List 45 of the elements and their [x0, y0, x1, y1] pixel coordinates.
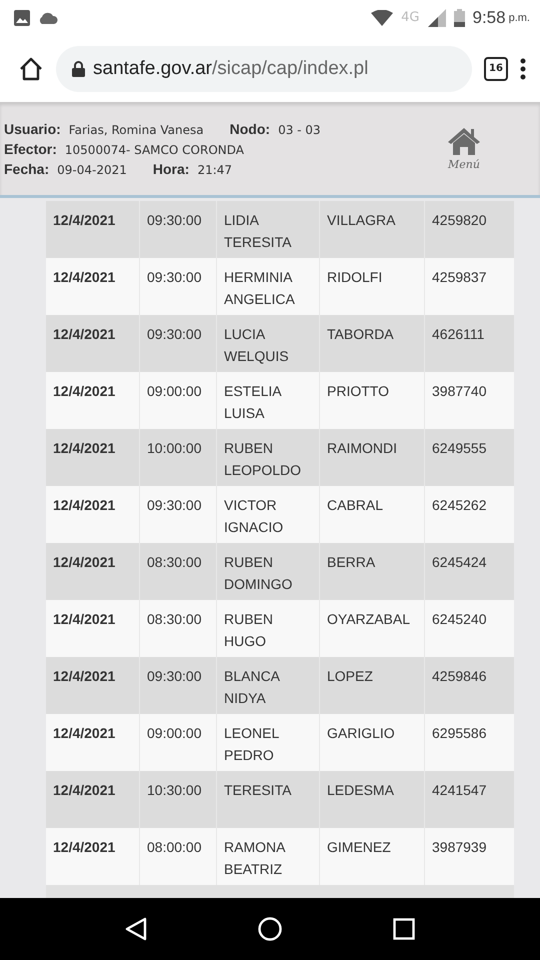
- table-cell-text: 3987740: [431, 382, 488, 401]
- address-bar[interactable]: santafe.gov.ar/sicap/cap/index.pl: [56, 46, 472, 92]
- home-icon[interactable]: [18, 56, 44, 82]
- table-cell: 12/4/2021: [46, 828, 140, 885]
- table-cell-text: 6245262: [431, 496, 488, 515]
- table-cell-text: 6245424: [431, 553, 488, 572]
- url-text: santafe.gov.ar/sicap/cap/index.pl: [93, 58, 368, 80]
- field-value: 10500074- SAMCO CORONDA: [64, 142, 244, 156]
- tab-count-button[interactable]: 16: [484, 56, 508, 80]
- field-label: Efector:: [4, 140, 57, 156]
- more-menu-icon[interactable]: [520, 58, 526, 80]
- table-cell-text: 4626111: [431, 325, 486, 344]
- field-label: Hora:: [152, 160, 190, 176]
- wifi-icon: [371, 10, 394, 26]
- network-type: 4G: [401, 10, 420, 25]
- battery-icon: [454, 8, 464, 26]
- table-cell: GIMENEZ: [320, 828, 425, 885]
- field-label: Fecha:: [4, 160, 50, 176]
- table-cell: RAMONA BEATRIZ: [217, 828, 320, 885]
- image-icon: [14, 10, 30, 26]
- table-cell-text: 4259846: [431, 667, 488, 686]
- table-cell-text: 4241547: [431, 781, 488, 800]
- field-value: 21:47: [197, 162, 232, 176]
- clock-period: p.m.: [508, 12, 530, 24]
- table-cell: 08:00:00: [140, 828, 217, 885]
- back-button[interactable]: [125, 917, 148, 941]
- table-cell-text: 6245240: [431, 610, 488, 629]
- field-value: Farias, Romina Vanesa: [68, 122, 204, 136]
- field-value: 09-04-2021: [57, 162, 127, 176]
- menu-button[interactable]: Menú: [424, 102, 504, 195]
- home-button[interactable]: [258, 917, 282, 941]
- field-label: Nodo:: [230, 120, 270, 136]
- house-icon: [447, 126, 481, 156]
- table-cell-text: 3987939: [431, 838, 488, 857]
- cloud-icon: [38, 12, 58, 24]
- recents-button[interactable]: [392, 918, 415, 940]
- field-label: Usuario:: [4, 120, 61, 136]
- signal-icon: [428, 8, 446, 26]
- table-cell-text: 4259820: [431, 211, 488, 230]
- table-cell-text: 4259837: [431, 268, 488, 287]
- lock-icon: [72, 60, 85, 76]
- field-value: 03 - 03: [278, 122, 321, 136]
- table-cell-text: 6295586: [431, 724, 488, 743]
- clock-time: 9:58: [472, 8, 506, 28]
- table-cell-text: 6249555: [431, 439, 488, 458]
